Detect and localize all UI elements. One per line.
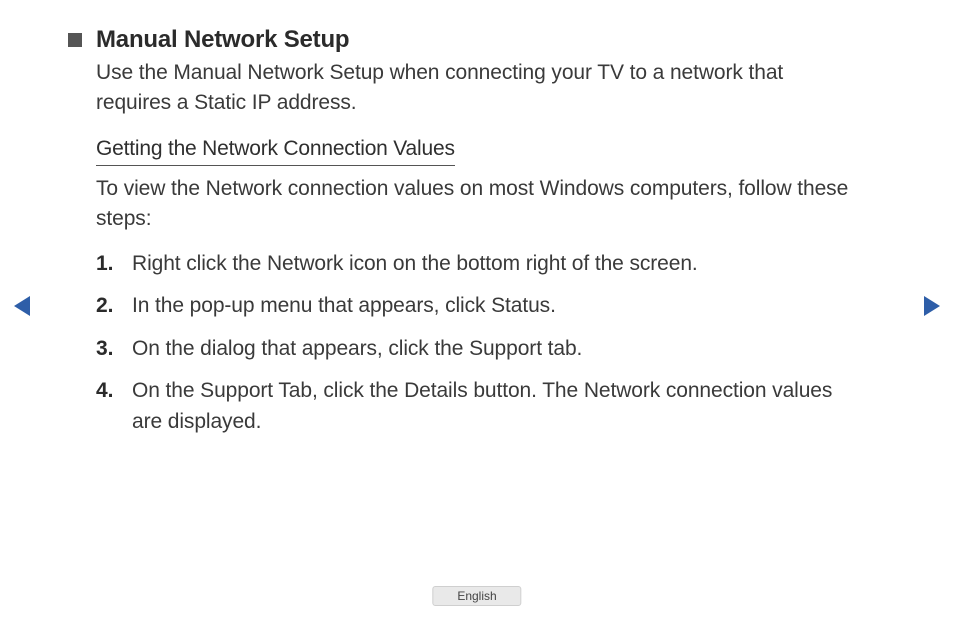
steps-list: 1. Right click the Network icon on the b… (96, 249, 862, 437)
step-number: 4. (96, 376, 132, 437)
step-text: In the pop-up menu that appears, click S… (132, 291, 556, 321)
language-badge[interactable]: English (432, 586, 521, 606)
page-title: Manual Network Setup (96, 26, 349, 54)
step-text: On the dialog that appears, click the Su… (132, 334, 582, 364)
step-text: Right click the Network icon on the bott… (132, 249, 698, 279)
next-page-button[interactable] (924, 296, 940, 316)
list-item: 3. On the dialog that appears, click the… (96, 334, 862, 364)
step-text: On the Support Tab, click the Details bu… (132, 376, 862, 437)
step-number: 1. (96, 249, 132, 279)
list-item: 2. In the pop-up menu that appears, clic… (96, 291, 862, 321)
step-number: 3. (96, 334, 132, 364)
sub-intro-text: To view the Network connection values on… (96, 174, 862, 235)
list-item: 1. Right click the Network icon on the b… (96, 249, 862, 279)
intro-text: Use the Manual Network Setup when connec… (96, 58, 862, 119)
list-item: 4. On the Support Tab, click the Details… (96, 376, 862, 437)
square-bullet-icon (68, 33, 82, 47)
step-number: 2. (96, 291, 132, 321)
previous-page-button[interactable] (14, 296, 30, 316)
manual-content: Manual Network Setup Use the Manual Netw… (0, 0, 954, 437)
section-subheading: Getting the Network Connection Values (96, 137, 455, 166)
heading-row: Manual Network Setup (68, 26, 862, 54)
